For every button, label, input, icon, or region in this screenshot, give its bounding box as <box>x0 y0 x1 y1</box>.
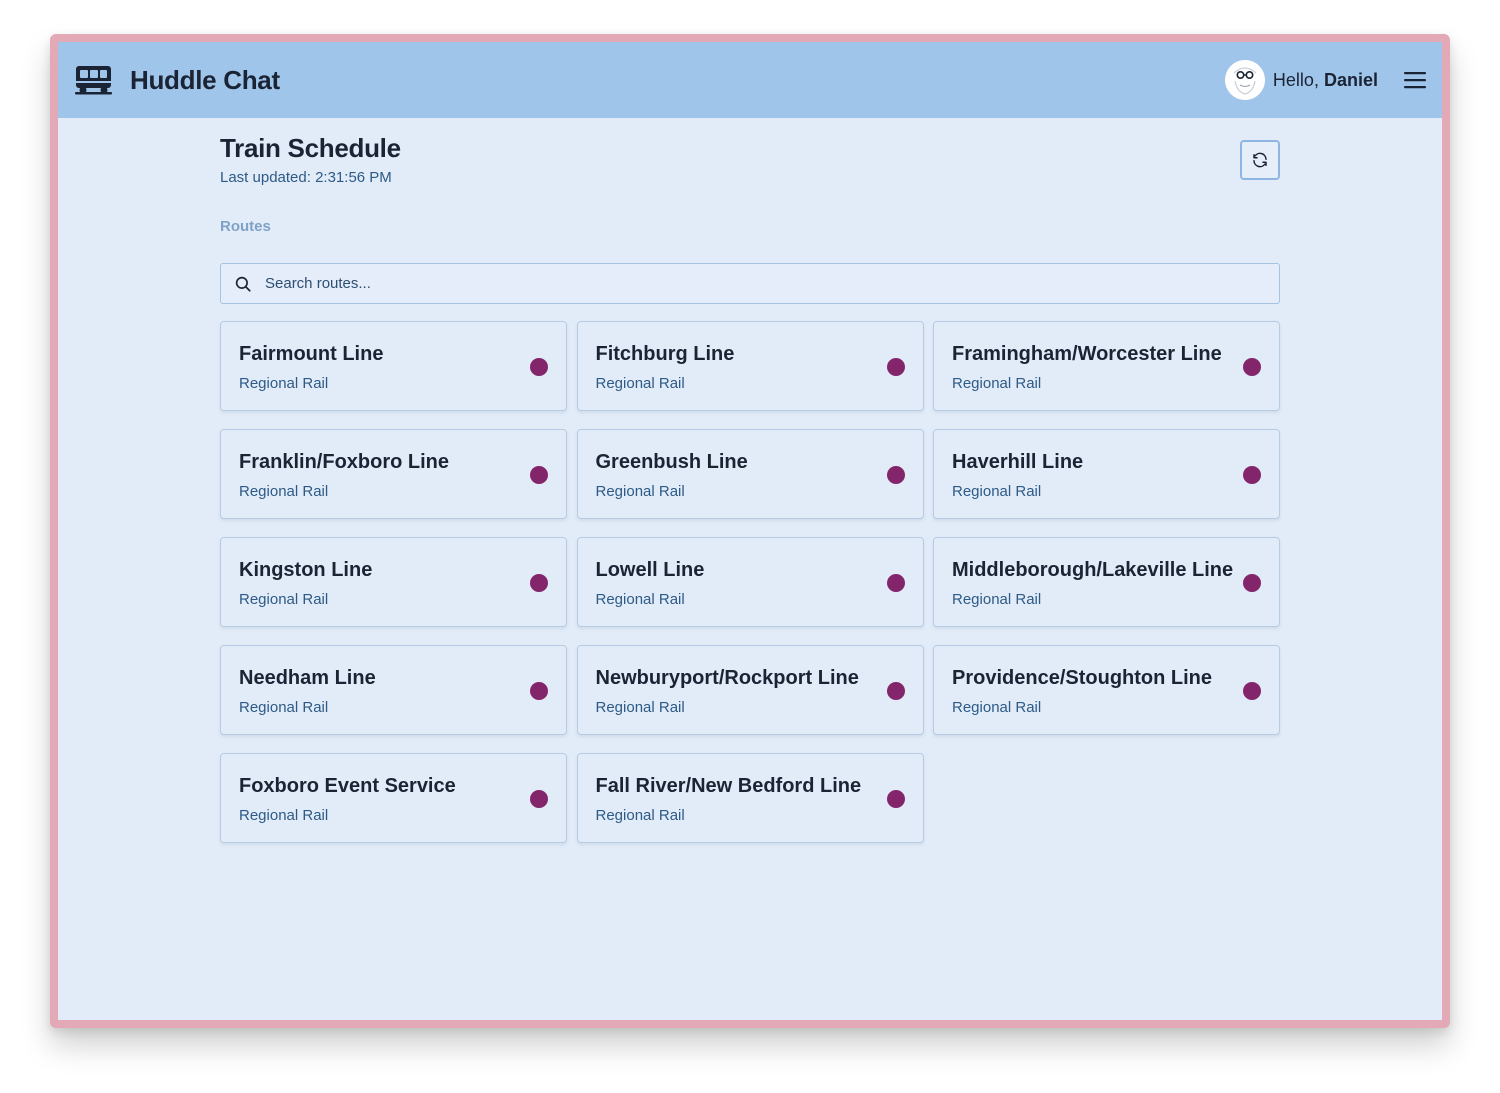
route-grid: Fairmount Line Regional Rail Fitchburg Li… <box>220 321 1280 843</box>
route-type: Regional Rail <box>952 375 1042 392</box>
hamburger-menu-icon[interactable] <box>1404 70 1426 90</box>
status-dot <box>886 466 905 484</box>
route-card[interactable]: Haverhill Line Regional Rail <box>933 429 1280 519</box>
route-card[interactable]: Providence/Stoughton Line Regional Rail <box>933 645 1280 735</box>
route-name: Lowell Line <box>595 559 705 581</box>
status-dot <box>530 682 548 700</box>
route-card[interactable]: Kingston Line Regional Rail <box>220 537 567 627</box>
route-name: Fitchburg Line <box>595 343 735 365</box>
route-name: Providence/Stoughton Line <box>952 667 1213 689</box>
page-title: Train Schedule <box>220 133 401 163</box>
route-name: Haverhill Line <box>952 451 1084 473</box>
route-name: Needham Line <box>239 667 376 689</box>
route-card[interactable]: Greenbush Line Regional Rail <box>576 429 924 519</box>
route-card[interactable]: Middleborough/Lakeville Line Regional Rai… <box>933 537 1280 627</box>
status-dot <box>886 790 905 808</box>
route-type: Regional Rail <box>239 591 329 608</box>
route-type: Regional Rail <box>952 483 1042 500</box>
route-name: Greenbush Line <box>595 451 748 473</box>
status-dot <box>530 574 548 592</box>
route-name: Franklin/Foxboro Line <box>239 451 450 473</box>
navbar: Huddle Chat Hello, Daniel <box>58 42 1442 118</box>
status-dot <box>1243 574 1261 592</box>
status-dot <box>886 358 905 376</box>
route-type: Regional Rail <box>239 483 329 500</box>
route-name: Newburyport/Rockport Line <box>595 667 859 689</box>
route-card[interactable]: Foxboro Event Service Regional Rail <box>220 753 567 843</box>
route-card[interactable]: Fall River/New Bedford Line Regional Rail <box>576 753 924 843</box>
user-name: Daniel <box>1323 69 1378 90</box>
route-type: Regional Rail <box>952 699 1042 716</box>
status-dot <box>1243 682 1261 700</box>
status-dot <box>1243 466 1261 484</box>
greeting-text: Hello, <box>1272 69 1319 90</box>
route-name: Kingston Line <box>239 559 373 581</box>
app-frame: Huddle Chat Hello, Daniel Train Schedule… <box>50 34 1450 1028</box>
app-title[interactable]: Huddle Chat <box>130 65 280 96</box>
app-window: Huddle Chat Hello, Daniel Train Schedule… <box>58 42 1442 1020</box>
status-dot <box>530 466 548 484</box>
route-card[interactable]: Fitchburg Line Regional Rail <box>576 321 924 411</box>
user-greeting: Hello, Daniel <box>1273 70 1378 91</box>
status-dot <box>886 682 905 700</box>
route-name: Middleborough/Lakeville Line <box>952 559 1234 581</box>
status-dot <box>886 574 905 592</box>
search-icon <box>234 275 252 293</box>
route-card[interactable]: Newburyport/Rockport Line Regional Rail <box>576 645 924 735</box>
avatar-face-icon <box>1224 60 1265 100</box>
route-name: Fairmount Line <box>239 343 384 365</box>
refresh-button[interactable] <box>1240 140 1280 180</box>
search-input[interactable] <box>265 275 1165 292</box>
route-card[interactable]: Lowell Line Regional Rail <box>576 537 924 627</box>
user-area: Hello, Daniel <box>1224 60 1426 100</box>
route-type: Regional Rail <box>595 699 685 716</box>
route-name: Framingham/Worcester Line <box>952 343 1222 365</box>
route-name: Foxboro Event Service <box>239 775 456 797</box>
route-type: Regional Rail <box>595 483 685 500</box>
route-card[interactable]: Fairmount Line Regional Rail <box>220 321 567 411</box>
route-type: Regional Rail <box>239 699 329 716</box>
route-card[interactable]: Needham Line Regional Rail <box>220 645 567 735</box>
status-dot <box>1243 358 1261 376</box>
refresh-icon <box>1253 152 1267 168</box>
routes-section-label: Routes <box>220 218 271 235</box>
route-type: Regional Rail <box>595 807 685 824</box>
status-dot <box>530 790 548 808</box>
route-type: Regional Rail <box>239 375 329 392</box>
route-type: Regional Rail <box>239 807 329 824</box>
route-name: Fall River/New Bedford Line <box>595 775 862 797</box>
bus-icon <box>75 64 112 96</box>
route-type: Regional Rail <box>595 375 685 392</box>
avatar[interactable] <box>1224 60 1265 100</box>
status-dot <box>530 358 548 376</box>
search-box[interactable] <box>220 263 1280 304</box>
route-card[interactable]: Framingham/Worcester Line Regional Rail <box>933 321 1280 411</box>
route-type: Regional Rail <box>595 591 685 608</box>
route-card[interactable]: Franklin/Foxboro Line Regional Rail <box>220 429 567 519</box>
route-type: Regional Rail <box>952 591 1042 608</box>
last-updated-text: Last updated: 2:31:56 PM <box>220 169 392 186</box>
